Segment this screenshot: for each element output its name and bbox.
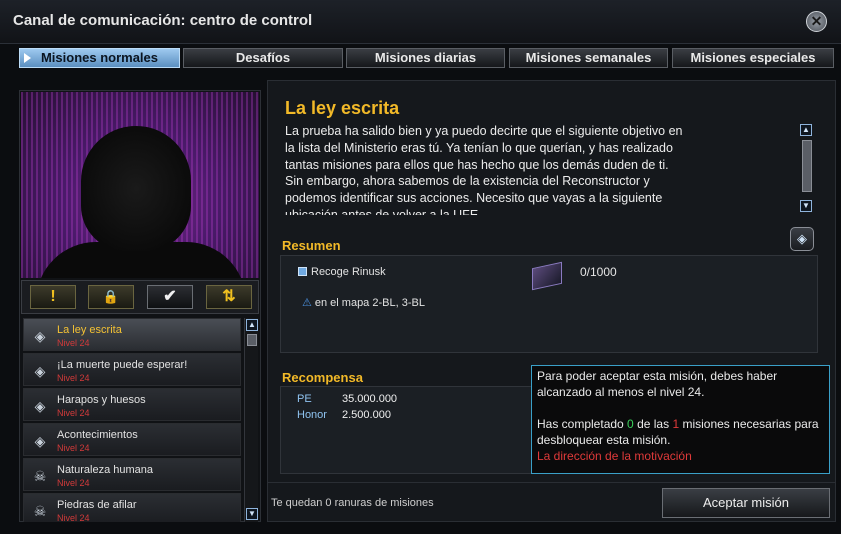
tooltip-required-mission: La dirección de la motivación <box>537 449 692 463</box>
tab-desafios[interactable]: Desafíos <box>183 48 343 68</box>
reward-label: Honor <box>297 409 327 421</box>
window-title: Canal de comunicación: centro de control <box>13 12 313 29</box>
list-item[interactable]: ☠ Piedras de afilar Nivel 24 <box>23 493 241 522</box>
accept-mission-button[interactable]: Aceptar misión <box>662 488 830 518</box>
objective-progress: 0/1000 <box>580 265 617 279</box>
mission-name: Naturaleza humana <box>57 464 154 476</box>
mission-list-scrollbar[interactable]: ▲ ▼ <box>244 318 258 522</box>
tab-misiones-especiales[interactable]: Misiones especiales <box>672 48 834 68</box>
mission-tabs: Misiones normales Desafíos Misiones diar… <box>19 48 834 68</box>
diamond-icon: ◈ <box>34 433 46 449</box>
tooltip-progress: Has completado 0 de las 1 misiones neces… <box>537 417 819 447</box>
objective-location: ⚠ en el mapa 2-BL, 3-BL <box>302 296 425 309</box>
list-item[interactable]: ◈ La ley escrita Nivel 24 <box>23 318 241 351</box>
scroll-down-icon[interactable]: ▼ <box>800 200 812 212</box>
reward-value: 35.000.000 <box>342 393 398 405</box>
warning-icon: ⚠ <box>302 297 312 309</box>
tab-misiones-diarias[interactable]: Misiones diarias <box>346 48 505 68</box>
mission-level: Nivel 24 <box>57 478 90 488</box>
mission-title: La ley escrita <box>285 98 400 118</box>
sort-arrows-icon[interactable]: ⇅ <box>206 285 252 309</box>
mission-name: La ley escrita <box>57 324 122 336</box>
list-item[interactable]: ◈ Harapos y huesos Nivel 24 <box>23 388 241 421</box>
objective-text: Recoge Rinusk <box>311 266 386 278</box>
reward-value: 2.500.000 <box>342 409 391 421</box>
lock-icon[interactable]: 🔒 <box>88 285 134 309</box>
diamond-icon: ◈ <box>34 328 46 344</box>
scroll-down-icon[interactable]: ▼ <box>246 508 258 520</box>
mission-name: Piedras de afilar <box>57 499 137 511</box>
npc-portrait <box>21 92 259 278</box>
location-text: en el mapa 2-BL, 3-BL <box>314 297 425 309</box>
reward-heading: Recompensa <box>282 370 363 385</box>
summary-heading: Resumen <box>282 238 341 253</box>
mission-level: Nivel 24 <box>57 338 90 348</box>
mission-level: Nivel 24 <box>57 513 90 522</box>
mission-level: Nivel 24 <box>57 443 90 453</box>
mission-name: Acontecimientos <box>57 429 138 441</box>
mission-name: Harapos y huesos <box>57 394 146 406</box>
filter-bar: ! 🔒 ✔ ⇅ <box>21 280 259 314</box>
list-item[interactable]: ☠ Naturaleza humana Nivel 24 <box>23 458 241 491</box>
scrollbar-thumb[interactable] <box>802 140 812 192</box>
mission-name: ¡La muerte puede esperar! <box>57 359 188 371</box>
mission-description: La prueba ha salido bien y ya puedo deci… <box>285 124 683 215</box>
list-item[interactable]: ◈ Acontecimientos Nivel 24 <box>23 423 241 456</box>
close-icon[interactable]: ✕ <box>806 11 827 32</box>
exclamation-icon[interactable]: ! <box>30 285 76 309</box>
mission-slots-text: Te quedan 0 ranuras de misiones <box>271 497 434 509</box>
description-scrollbar[interactable]: ▲ ▼ <box>799 124 814 214</box>
scroll-up-icon[interactable]: ▲ <box>246 319 258 331</box>
mission-list: ◈ La ley escrita Nivel 24 ◈ ¡La muerte p… <box>21 316 243 522</box>
reward-label: PE <box>297 393 312 405</box>
checkmark-icon[interactable]: ✔ <box>147 285 193 309</box>
scroll-up-icon[interactable]: ▲ <box>800 124 812 136</box>
reward-box <box>280 386 540 474</box>
diamond-icon[interactable]: ◈ <box>790 227 814 251</box>
skull-icon: ☠ <box>33 468 47 484</box>
mission-level: Nivel 24 <box>57 373 90 383</box>
objective-checkbox-icon <box>298 267 307 276</box>
tooltip-level-requirement: Para poder aceptar esta misión, debes ha… <box>537 369 778 399</box>
window-titlebar: Canal de comunicación: centro de control… <box>0 0 841 44</box>
scrollbar-thumb[interactable] <box>247 334 257 346</box>
tab-misiones-normales[interactable]: Misiones normales <box>19 48 180 68</box>
list-item[interactable]: ◈ ¡La muerte puede esperar! Nivel 24 <box>23 353 241 386</box>
tab-misiones-semanales[interactable]: Misiones semanales <box>509 48 668 68</box>
mission-level: Nivel 24 <box>57 408 90 418</box>
diamond-icon: ◈ <box>34 398 46 414</box>
skull-icon: ☠ <box>33 503 47 519</box>
diamond-icon: ◈ <box>34 363 46 379</box>
requirements-tooltip: Para poder aceptar esta misión, debes ha… <box>531 365 830 474</box>
missions-completed: 0 <box>627 417 634 431</box>
objective-item: Recoge Rinusk <box>298 266 386 278</box>
